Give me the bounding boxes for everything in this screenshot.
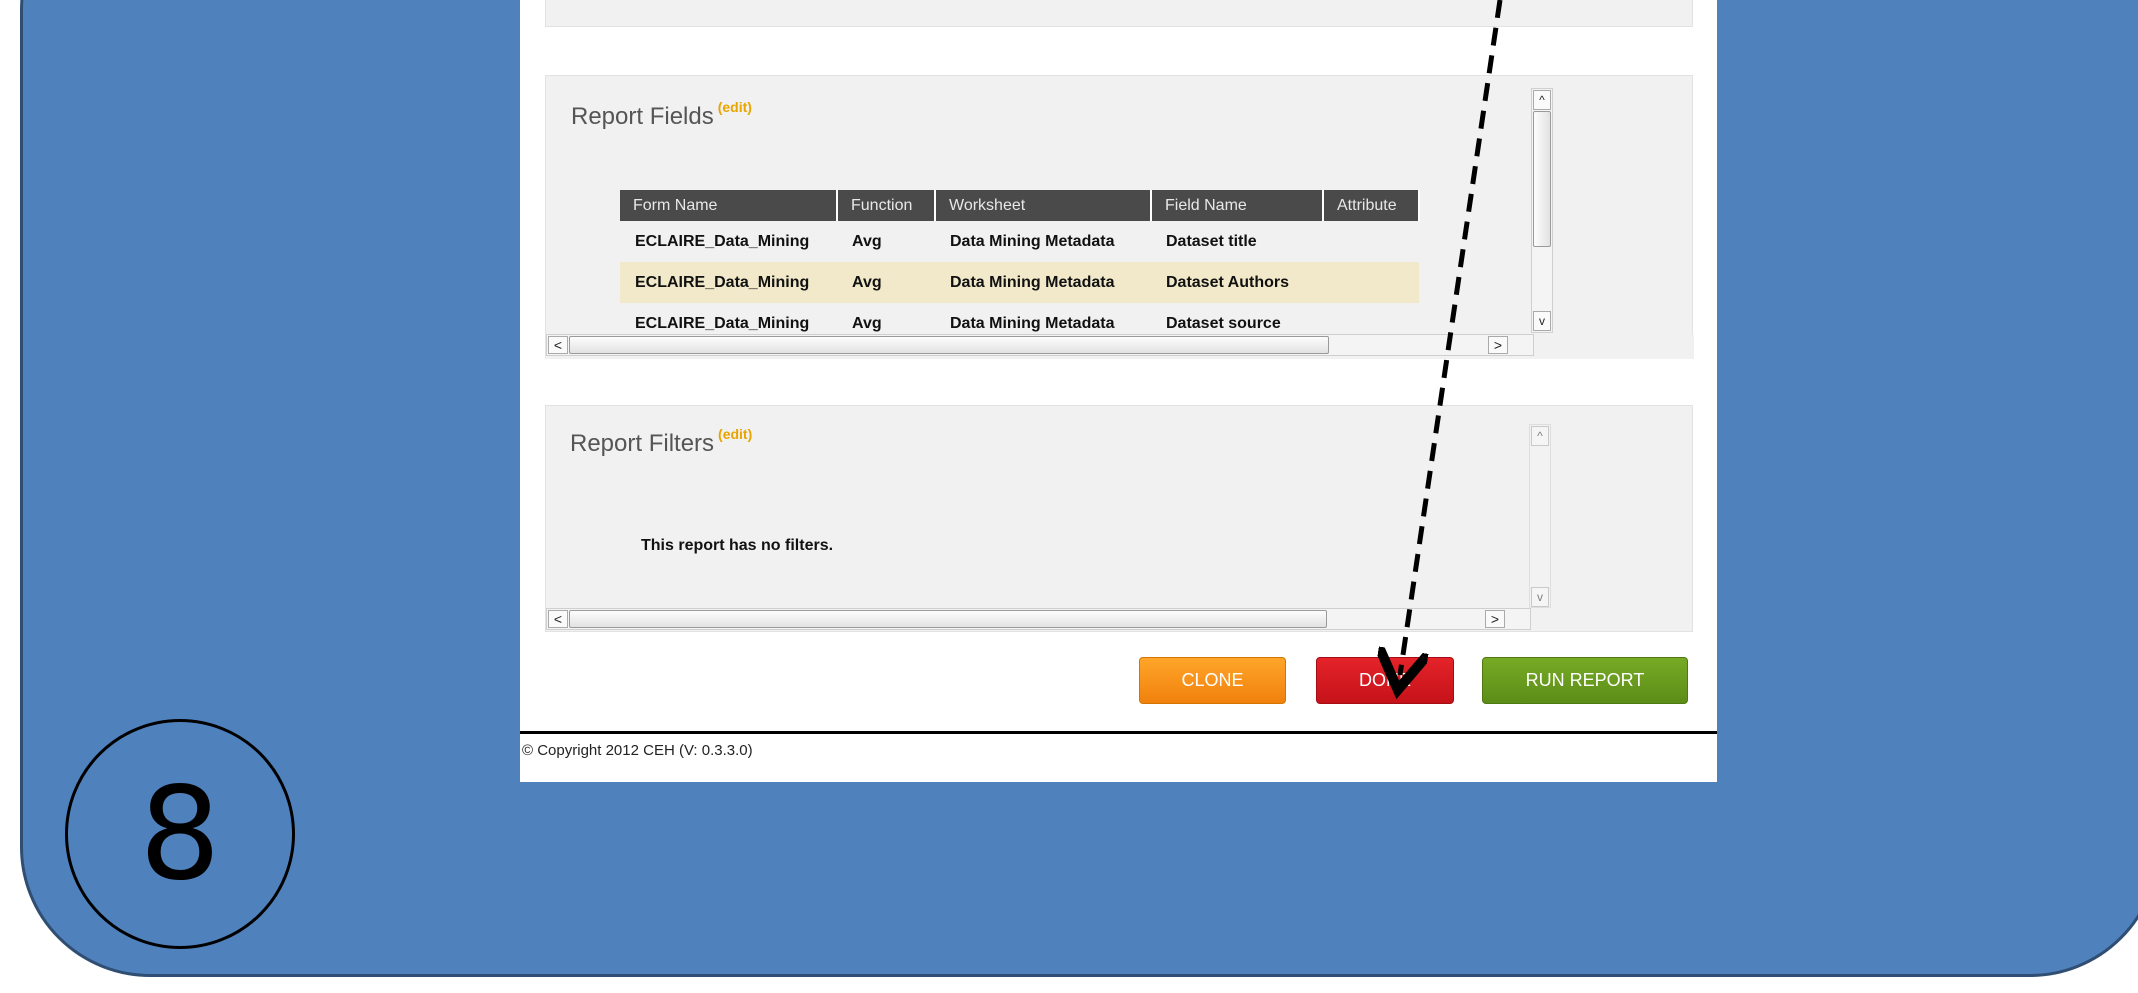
done-button[interactable]: DONE [1316,657,1454,704]
report-fields-panel: Report Fields (edit) Form Name Function W… [545,75,1694,359]
cell-form-name: ECLAIRE_Data_Mining [635,232,810,250]
step-number-badge: 8 [65,719,295,949]
copyright-text: © Copyright 2012 CEH (V: 0.3.3.0) [522,742,753,759]
scroll-up-icon[interactable]: ^ [1533,90,1551,110]
no-filters-message: This report has no filters. [641,537,834,554]
report-filters-heading: Report Filters (edit) [570,426,752,458]
report-fields-table: Form Name Function Worksheet Field Name … [620,190,1420,344]
report-fields-horizontal-scrollbar[interactable]: < > [546,334,1534,356]
table-header-row: Form Name Function Worksheet Field Name … [620,190,1420,221]
column-header-form-name[interactable]: Form Name [620,190,838,221]
scroll-down-icon[interactable]: v [1533,311,1551,331]
column-header-worksheet[interactable]: Worksheet [935,190,1152,221]
report-filters-edit-link[interactable]: (edit) [718,426,752,442]
report-fields-vertical-scrollbar[interactable]: ^ v [1531,88,1553,333]
cell-field-name: Dataset title [1166,232,1257,250]
scrollbar-thumb[interactable] [569,336,1329,354]
scrollbar-thumb[interactable] [569,610,1327,628]
report-filters-vertical-scrollbar[interactable]: ^ v [1529,424,1551,608]
top-panel-remnant [545,0,1693,27]
scroll-right-icon[interactable]: > [1488,336,1508,354]
clone-button[interactable]: CLONE [1139,657,1286,704]
report-filters-panel: Report Filters (edit) This report has no … [545,405,1693,632]
cell-attribute [1323,221,1419,262]
cell-function: Avg [852,232,882,250]
column-header-field-name[interactable]: Field Name [1151,190,1324,221]
scroll-left-icon[interactable]: < [548,336,568,354]
cell-function: Avg [837,262,935,303]
column-header-function[interactable]: Function [837,190,936,221]
cell-worksheet: Data Mining Metadata [935,262,1151,303]
table-row[interactable]: ECLAIRE_Data_Mining Avg Data Mining Meta… [620,221,1419,262]
app-screenshot: Report Fields (edit) Form Name Function W… [520,0,1717,782]
column-header-attribute[interactable]: Attribute [1323,190,1420,221]
report-fields-title: Report Fields [571,103,714,130]
scroll-up-icon[interactable]: ^ [1531,426,1549,446]
step-number: 8 [139,759,221,909]
footer-divider [520,731,1717,734]
table-row-highlighted[interactable]: ECLAIRE_Data_Mining Avg Data Mining Meta… [620,262,1419,303]
scroll-left-icon[interactable]: < [548,610,568,628]
run-report-button[interactable]: RUN REPORT [1482,657,1688,704]
cell-attribute [1323,262,1419,303]
cell-worksheet: Data Mining Metadata [950,232,1115,250]
scroll-right-icon[interactable]: > [1485,610,1505,628]
report-fields-edit-link[interactable]: (edit) [718,99,752,115]
report-fields-heading: Report Fields (edit) [571,99,752,131]
report-filters-title: Report Filters [570,430,715,457]
scrollbar-thumb[interactable] [1533,111,1551,247]
scroll-down-icon[interactable]: v [1531,587,1549,607]
cell-form-name: ECLAIRE_Data_Mining [620,262,837,303]
report-filters-horizontal-scrollbar[interactable]: < > [546,608,1531,630]
cell-field-name: Dataset Authors [1151,262,1323,303]
